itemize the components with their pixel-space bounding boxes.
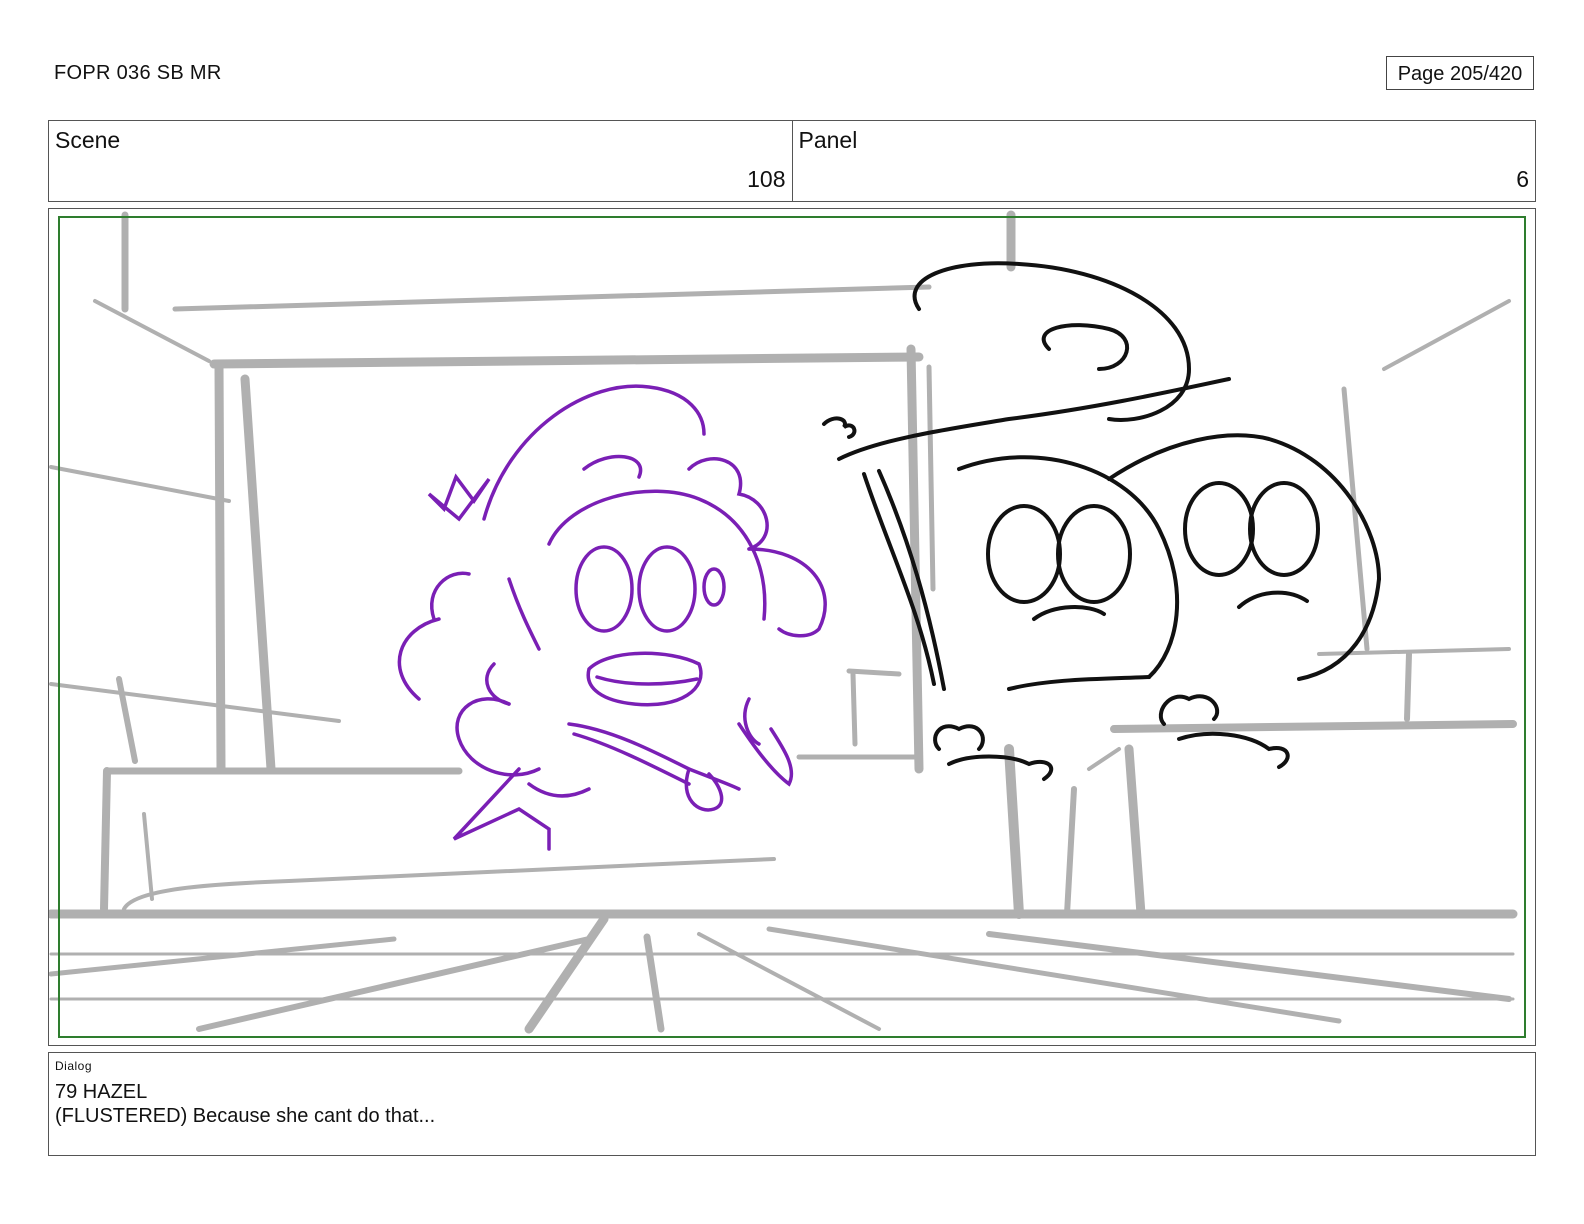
- dialog-box: Dialog 79 HAZEL (FLUSTERED) Because she …: [48, 1052, 1536, 1156]
- dialog-character-line: 79 HAZEL: [55, 1081, 148, 1103]
- scene-cell: Scene 108: [49, 121, 792, 201]
- scene-label: Scene: [55, 127, 121, 153]
- scene-number: 108: [747, 166, 786, 192]
- scene-panel-row: Scene 108 Panel 6: [48, 120, 1536, 202]
- panel-cell: Panel 6: [791, 121, 1536, 201]
- dialog-text-line: (FLUSTERED) Because she cant do that...: [55, 1105, 436, 1127]
- page-counter: Page 205/420: [1386, 56, 1534, 90]
- dialog-label: Dialog: [55, 1059, 93, 1073]
- storyboard-sketch: [49, 210, 1518, 1034]
- panel-number: 6: [1516, 166, 1529, 192]
- panel-label: Panel: [798, 127, 858, 153]
- twin-characters-sketch: [822, 261, 1381, 781]
- document-title: FOPR 036 SB MR: [54, 62, 222, 84]
- background-set-sketch: [49, 210, 1518, 1034]
- purple-character-sketch: [397, 384, 827, 851]
